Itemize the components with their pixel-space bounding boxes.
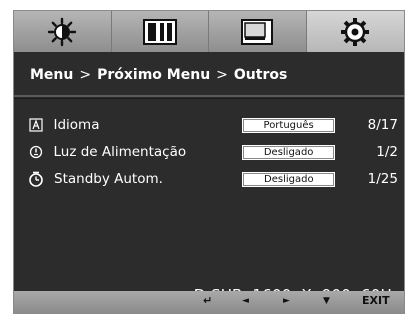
divider — [14, 98, 404, 99]
left-arrow-icon[interactable]: ◄ — [242, 296, 249, 306]
language-icon — [28, 117, 43, 133]
timer-icon — [28, 171, 44, 187]
gear-icon — [341, 17, 370, 46]
tab-bar — [14, 11, 404, 52]
tab-picture[interactable] — [111, 11, 209, 52]
sun-icon — [48, 17, 77, 46]
breadcrumb-menu: Menu — [30, 67, 74, 83]
menu-item-language[interactable]: Idioma Português 8/17 — [28, 115, 398, 135]
tab-display[interactable] — [209, 11, 307, 52]
divider — [14, 95, 404, 97]
tab-settings[interactable] — [306, 11, 404, 52]
menu-item-count: 8/17 — [367, 117, 398, 133]
breadcrumb-current: Outros — [233, 67, 288, 83]
language-value-box[interactable]: Português — [242, 117, 336, 133]
tab-brightness[interactable] — [14, 11, 112, 52]
breadcrumb: Menu > Próximo Menu > Outros — [30, 67, 287, 83]
menu-item-label: Idioma — [53, 117, 100, 133]
down-arrow-icon[interactable]: ▼ — [323, 296, 330, 306]
monitor-icon — [241, 18, 274, 45]
menu-item-count: 1/2 — [376, 144, 398, 160]
menu-item-auto-standby[interactable]: Standby Autom. Desligado 1/25 — [28, 169, 398, 189]
contrast-bars-icon — [142, 18, 177, 45]
auto-standby-value-box[interactable]: Desligado — [242, 171, 336, 187]
breadcrumb-separator: > — [79, 67, 92, 83]
exit-button[interactable]: EXIT — [362, 294, 390, 307]
power-led-icon — [28, 144, 43, 160]
button-guide-bar: ↵ ◄ ► ▼ EXIT — [14, 291, 404, 313]
enter-icon[interactable]: ↵ — [203, 294, 212, 307]
breadcrumb-next-menu: Próximo Menu — [97, 67, 211, 83]
menu-item-power-led[interactable]: Luz de Alimentação Desligado 1/2 — [28, 142, 398, 162]
menu-item-count: 1/25 — [367, 171, 398, 187]
menu-item-label: Standby Autom. — [54, 171, 163, 187]
breadcrumb-separator: > — [216, 67, 228, 83]
power-led-value-box[interactable]: Desligado — [242, 144, 336, 160]
menu-item-label: Luz de Alimentação — [53, 144, 187, 160]
right-arrow-icon[interactable]: ► — [283, 296, 290, 306]
osd-menu: Menu > Próximo Menu > Outros Idioma Portuguê… — [13, 10, 405, 314]
